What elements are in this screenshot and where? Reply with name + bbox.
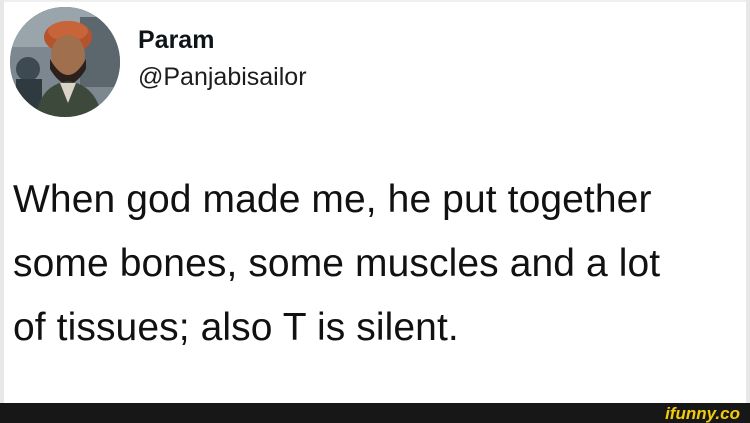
avatar[interactable] — [10, 7, 120, 117]
left-border — [0, 0, 4, 403]
tweet-screenshot: Param @Panjabisailor When god made me, h… — [0, 0, 750, 423]
ifunny-logo-icon: ifunny.co — [665, 404, 740, 423]
tweet-text-line: When god made me, he put together — [13, 178, 652, 221]
tweet-text-line: of tissues; also T is silent. — [13, 306, 459, 349]
tweet-header: Param @Panjabisailor — [10, 6, 307, 118]
watermark-text: ifunny.co — [665, 404, 740, 423]
user-handle[interactable]: @Panjabisailor — [138, 60, 307, 94]
right-border — [746, 0, 750, 403]
ifunny-watermark: ifunny.co — [612, 403, 742, 423]
display-name[interactable]: Param — [138, 24, 307, 56]
avatar-photo-icon — [10, 7, 120, 117]
tweet-text: When god made me, he put together some b… — [13, 168, 738, 360]
top-border — [0, 0, 750, 2]
tweet-text-line: some bones, some muscles and a lot — [13, 242, 661, 285]
author-names: Param @Panjabisailor — [138, 24, 307, 94]
